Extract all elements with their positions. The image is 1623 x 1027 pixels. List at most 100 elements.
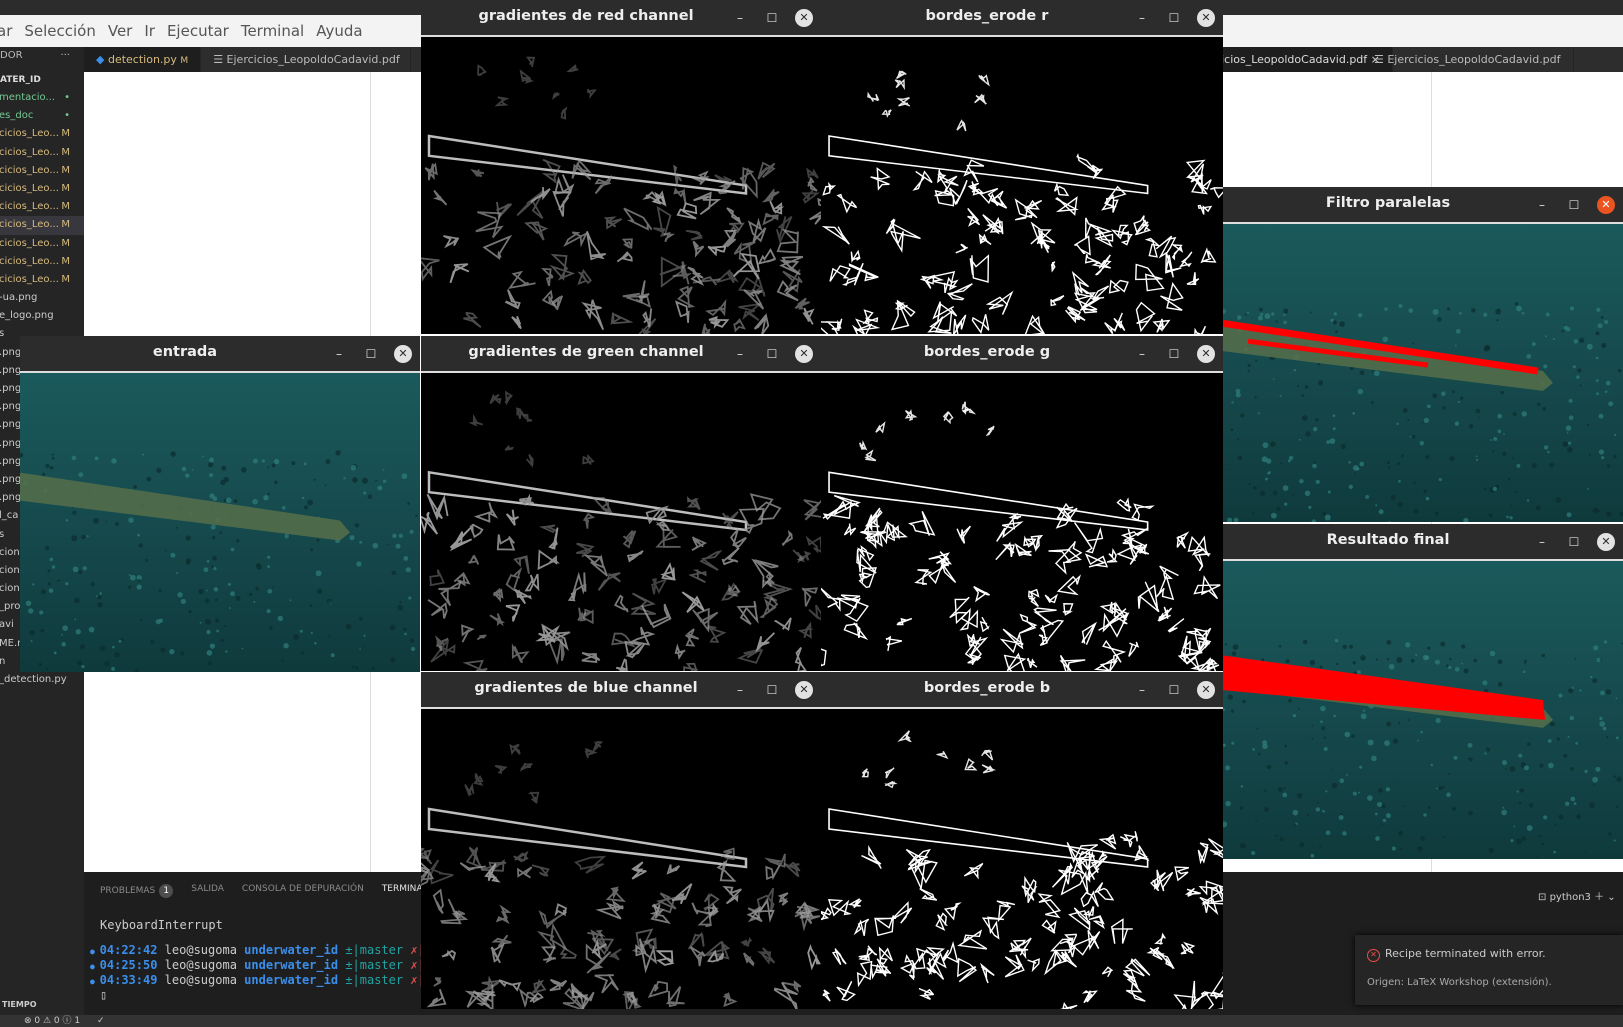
- minimize-icon[interactable]: –: [731, 681, 749, 699]
- tab-pdf-1[interactable]: ☰ Ejercicios_LeopoldoCadavid.pdf: [201, 47, 412, 72]
- seabed-speck: [47, 569, 51, 573]
- close-icon[interactable]: ✕: [795, 345, 813, 363]
- seabed-speck: [1430, 763, 1434, 767]
- menu-archivo[interactable]: ar: [0, 22, 12, 40]
- file-item[interactable]: cicios_Leo... M: [0, 235, 84, 253]
- file-item[interactable]: cicios_Leo... M: [0, 162, 84, 180]
- git-status-badge: •: [64, 92, 70, 103]
- seabed-speck: [1386, 461, 1390, 465]
- file-item[interactable]: es_doc •: [0, 107, 84, 125]
- close-icon[interactable]: ✕: [795, 681, 813, 699]
- minimize-icon[interactable]: –: [1133, 681, 1151, 699]
- window-titlebar[interactable]: Filtro paralelas – ☐ ✕: [1223, 187, 1623, 224]
- minimize-icon[interactable]: –: [1133, 345, 1151, 363]
- maximize-icon[interactable]: ☐: [1565, 533, 1583, 551]
- seabed-speck: [51, 456, 55, 460]
- seabed-speck: [1397, 501, 1403, 508]
- seabed-speck: [1566, 447, 1573, 453]
- tab-pdf-3[interactable]: ☰ Ejercicios_LeopoldoCadavid.pdf: [1362, 47, 1574, 72]
- file-item[interactable]: cicios_Leo... M: [0, 216, 84, 235]
- add-terminal-icon[interactable]: ＋ ⌄: [1594, 892, 1616, 903]
- close-icon[interactable]: ✕: [1197, 9, 1215, 27]
- maximize-icon[interactable]: ☐: [763, 9, 781, 27]
- file-item[interactable]: -ua.png: [0, 289, 84, 307]
- minimize-icon[interactable]: –: [1533, 196, 1551, 214]
- tab-detection-py[interactable]: ◆ detection.py M: [84, 47, 202, 72]
- maximize-icon[interactable]: ☐: [1165, 345, 1183, 363]
- seabed-speck: [397, 604, 404, 611]
- minimize-icon[interactable]: –: [1133, 9, 1151, 27]
- maximize-icon[interactable]: ☐: [1565, 196, 1583, 214]
- menu-ejecutar[interactable]: Ejecutar: [167, 22, 229, 40]
- file-item[interactable]: cicios_Leo... M: [0, 198, 84, 216]
- window-resultado-final[interactable]: Resultado final – ☐ ✕: [1223, 524, 1623, 859]
- close-icon[interactable]: ✕: [394, 345, 412, 363]
- seabed-speck: [1267, 472, 1270, 475]
- tab-salida[interactable]: SALIDA: [191, 884, 224, 898]
- window-entrada[interactable]: entrada – ☐ ✕: [20, 336, 420, 672]
- maximize-icon[interactable]: ☐: [1165, 9, 1183, 27]
- explorer-root-folder[interactable]: ATER_ID: [0, 71, 84, 89]
- timeline-section[interactable]: TIEMPO: [2, 1000, 37, 1009]
- window-titlebar[interactable]: bordes_erode g – ☐ ✕: [821, 336, 1223, 373]
- file-item[interactable]: e_logo.png: [0, 307, 84, 325]
- file-item[interactable]: cicios_Leo... M: [0, 271, 84, 289]
- seabed-speck: [207, 462, 214, 468]
- window-gradientes-green[interactable]: gradientes de green channel – ☐ ✕: [421, 336, 821, 671]
- seabed-speck: [1510, 504, 1513, 507]
- window-filtro-paralelas[interactable]: Filtro paralelas – ☐ ✕: [1223, 187, 1623, 522]
- minimize-icon[interactable]: –: [330, 345, 348, 363]
- window-titlebar[interactable]: gradientes de red channel – ☐ ✕: [421, 0, 821, 37]
- maximize-icon[interactable]: ☐: [1165, 681, 1183, 699]
- terminal-shell-selector[interactable]: ⊡ python3 ＋ ⌄: [1538, 888, 1616, 903]
- window-gradientes-blue[interactable]: gradientes de blue channel – ☐ ✕: [421, 672, 821, 1009]
- menu-terminal[interactable]: Terminal: [241, 22, 304, 40]
- close-icon[interactable]: ✕: [1197, 345, 1215, 363]
- file-item[interactable]: cicios_Leo... M: [0, 144, 84, 162]
- minimize-icon[interactable]: –: [1533, 533, 1551, 551]
- seabed-speck: [39, 610, 44, 615]
- file-item[interactable]: mentacio... •: [0, 89, 84, 107]
- seabed-speck: [1566, 512, 1572, 518]
- close-icon[interactable]: ✕: [1597, 196, 1615, 214]
- window-titlebar[interactable]: bordes_erode b – ☐ ✕: [821, 672, 1223, 709]
- seabed-speck: [1599, 721, 1606, 727]
- window-gradientes-red[interactable]: gradientes de red channel – ☐ ✕: [421, 0, 821, 334]
- window-titlebar[interactable]: gradientes de blue channel – ☐ ✕: [421, 672, 821, 709]
- seabed-speck: [80, 644, 86, 650]
- menu-ir[interactable]: Ir: [144, 22, 155, 40]
- tab-consola-depuracion[interactable]: CONSOLA DE DEPURACIÓN: [242, 884, 364, 898]
- file-item[interactable]: cicios_Leo... M: [0, 180, 84, 198]
- maximize-icon[interactable]: ☐: [362, 345, 380, 363]
- menu-seleccion[interactable]: Selección: [24, 22, 96, 40]
- explorer-more-button[interactable]: ···: [60, 50, 70, 68]
- close-icon[interactable]: ✕: [1597, 533, 1615, 551]
- maximize-icon[interactable]: ☐: [763, 681, 781, 699]
- file-item[interactable]: cicios_Leo... M: [0, 253, 84, 271]
- window-bordes-erode-r[interactable]: bordes_erode r – ☐ ✕: [821, 0, 1223, 334]
- seabed-speck: [1602, 726, 1607, 731]
- problems-status[interactable]: ⊗ 0 ⚠ 0 ⓘ 1: [24, 1016, 80, 1026]
- menu-ayuda[interactable]: Ayuda: [316, 22, 362, 40]
- window-titlebar[interactable]: gradientes de green channel – ☐ ✕: [421, 336, 821, 373]
- seabed-speck: [1521, 311, 1525, 315]
- close-icon[interactable]: ✕: [795, 9, 813, 27]
- prompt-branch: ±|master: [345, 958, 404, 972]
- menu-ver[interactable]: Ver: [108, 22, 133, 40]
- minimize-icon[interactable]: –: [731, 9, 749, 27]
- window-bordes-erode-b[interactable]: bordes_erode b – ☐ ✕: [821, 672, 1223, 1009]
- maximize-icon[interactable]: ☐: [763, 345, 781, 363]
- close-icon[interactable]: ✕: [1197, 681, 1215, 699]
- tab-problemas[interactable]: PROBLEMAS 1: [100, 884, 174, 898]
- window-titlebar[interactable]: entrada – ☐ ✕: [20, 336, 420, 373]
- window-titlebar[interactable]: bordes_erode r – ☐ ✕: [821, 0, 1223, 37]
- seabed-speck: [267, 565, 271, 569]
- window-bordes-erode-g[interactable]: bordes_erode g – ☐ ✕: [821, 336, 1223, 671]
- seabed-speck: [1515, 838, 1522, 845]
- seabed-speck: [1299, 479, 1304, 484]
- file-item[interactable]: cicios_Leo... M: [0, 125, 84, 143]
- file-item[interactable]: _detection.py: [0, 671, 84, 689]
- minimize-icon[interactable]: –: [731, 345, 749, 363]
- tab-terminal[interactable]: TERMINA: [382, 884, 423, 898]
- window-titlebar[interactable]: Resultado final – ☐ ✕: [1223, 524, 1623, 561]
